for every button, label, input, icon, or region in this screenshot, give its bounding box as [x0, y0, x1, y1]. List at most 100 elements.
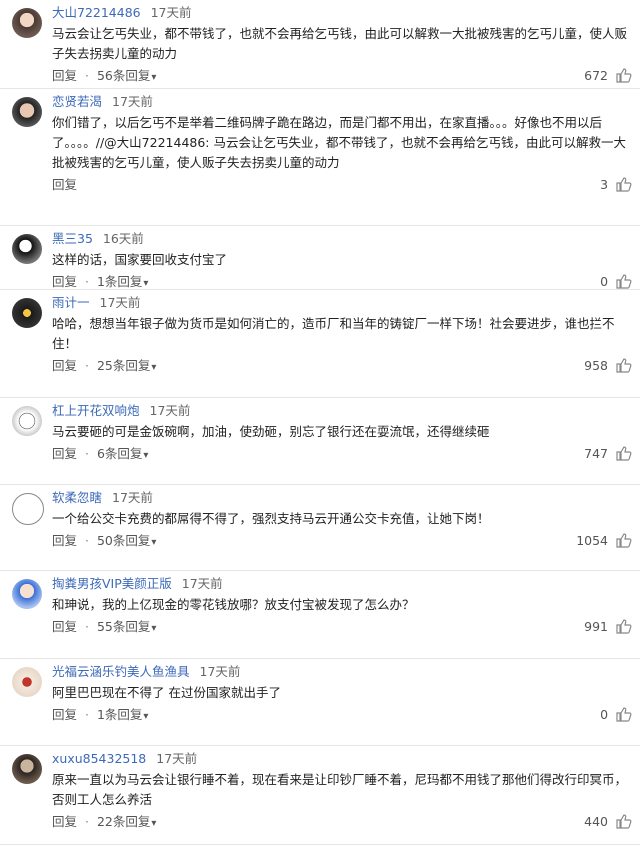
separator-dot: ·	[85, 619, 89, 634]
reply-button[interactable]: 回复	[52, 707, 77, 722]
timestamp: 17天前	[150, 5, 192, 20]
comment-item: 恋贤若渴 17天前 你们错了，以后乞丐不是举着二维码牌子跪在路边，而是门都不用出…	[0, 89, 640, 226]
username-link[interactable]: 掏粪男孩VIP美颜正版	[52, 576, 172, 591]
reply-button[interactable]: 回复	[52, 533, 77, 548]
like-count: 747	[584, 446, 609, 461]
avatar[interactable]	[12, 493, 44, 525]
like-count: 3	[600, 177, 609, 192]
timestamp: 17天前	[149, 403, 191, 418]
separator-dot: ·	[85, 533, 89, 548]
separator-dot: ·	[85, 446, 89, 461]
comment-text: 原来一直以为马云会让银行睡不着，现在看来是让印钞厂睡不着，尼玛都不用钱了那他们得…	[52, 772, 628, 807]
like-button[interactable]: 440	[584, 811, 632, 833]
thumbs-up-icon	[616, 358, 632, 373]
avatar[interactable]	[12, 667, 42, 697]
chevron-down-icon: ▾	[151, 818, 157, 829]
comment-item: xuxu85432518 17天前 原来一直以为马云会让银行睡不着，现在看来是让…	[0, 746, 640, 845]
separator-dot: ·	[85, 68, 89, 83]
comment-item: 雨计一 17天前 哈哈，想想当年银子做为货币是如何消亡的，造币厂和当年的铸锭厂一…	[0, 290, 640, 398]
comment-text: 一个给公交卡充费的都屌得不得了，强烈支持马云开通公交卡充值，让她下岗！	[52, 511, 490, 526]
username-link[interactable]: 黑三35	[52, 231, 93, 246]
chevron-down-icon: ▾	[151, 72, 157, 83]
comment-item: 杠上开花双响炮 17天前 马云要砸的可是金饭碗啊，加油，使劲砸，别忘了银行还在耍…	[0, 398, 640, 485]
chevron-down-icon: ▾	[151, 362, 157, 373]
thumbs-up-icon	[616, 177, 632, 192]
view-replies-button[interactable]: 1条回复▾	[97, 274, 148, 289]
comment-item: 光福云涵乐钓美人鱼渔具 17天前 阿里巴巴现在不得了 在过份国家就出手了 回复 …	[0, 659, 640, 746]
timestamp: 17天前	[112, 490, 153, 505]
avatar[interactable]	[12, 406, 42, 436]
like-count: 0	[600, 274, 609, 289]
comment-item: 大山72214486 17天前 马云会让乞丐失业，都不带钱了，也就不会再给乞丐钱…	[0, 0, 640, 89]
comment-list: 大山72214486 17天前 马云会让乞丐失业，都不带钱了，也就不会再给乞丐钱…	[0, 0, 640, 845]
reply-button[interactable]: 回复	[52, 68, 77, 83]
timestamp: 17天前	[199, 664, 241, 679]
separator-dot: ·	[85, 274, 89, 289]
view-replies-button[interactable]: 25条回复▾	[97, 358, 156, 373]
chevron-down-icon: ▾	[151, 537, 157, 548]
view-replies-button[interactable]: 50条回复▾	[97, 533, 156, 548]
username-link[interactable]: 杠上开花双响炮	[52, 403, 140, 418]
reply-button[interactable]: 回复	[52, 177, 77, 192]
thumbs-up-icon	[616, 619, 632, 634]
reply-button[interactable]: 回复	[52, 274, 77, 289]
comment-item: 软柔忽瞎 17天前 一个给公交卡充费的都屌得不得了，强烈支持马云开通公交卡充值，…	[0, 485, 640, 571]
avatar[interactable]	[12, 754, 42, 784]
like-button[interactable]: 0	[600, 704, 632, 726]
thumbs-up-icon	[616, 274, 632, 289]
reply-button[interactable]: 回复	[52, 619, 77, 634]
chevron-down-icon: ▾	[143, 278, 149, 289]
like-count: 672	[584, 68, 609, 83]
thumbs-up-icon	[616, 814, 632, 829]
like-button[interactable]: 958	[584, 355, 632, 377]
like-button[interactable]: 1054	[576, 530, 632, 552]
username-link[interactable]: 恋贤若渴	[52, 94, 102, 109]
thumbs-up-icon	[616, 446, 632, 461]
reply-button[interactable]: 回复	[52, 814, 77, 829]
thumbs-up-icon	[616, 68, 632, 83]
like-button[interactable]: 991	[584, 616, 632, 638]
avatar[interactable]	[12, 97, 42, 127]
reply-button[interactable]: 回复	[52, 358, 77, 373]
like-count: 0	[600, 707, 609, 722]
separator-dot: ·	[85, 707, 89, 722]
comment-text: 这样的话，国家要回收支付宝了	[52, 252, 228, 267]
view-replies-button[interactable]: 1条回复▾	[97, 707, 148, 722]
separator-dot: ·	[85, 814, 89, 829]
timestamp: 16天前	[102, 231, 144, 246]
username-link[interactable]: xuxu85432518	[52, 751, 146, 766]
comment-text: 马云会让乞丐失业，都不带钱了，也就不会再给乞丐钱，由此可以解救一大批被残害的乞丐…	[52, 26, 628, 61]
timestamp: 17天前	[112, 94, 153, 109]
view-replies-button[interactable]: 56条回复▾	[97, 68, 156, 83]
view-replies-button[interactable]: 55条回复▾	[97, 619, 156, 634]
comment-item: 掏粪男孩VIP美颜正版 17天前 和珅说，我的上亿现金的零花钱放哪？放支付宝被发…	[0, 571, 640, 659]
avatar[interactable]	[12, 298, 42, 328]
avatar[interactable]	[12, 234, 42, 264]
avatar[interactable]	[12, 8, 42, 38]
view-replies-button[interactable]: 22条回复▾	[97, 814, 156, 829]
username-link[interactable]: 大山72214486	[52, 5, 141, 20]
timestamp: 17天前	[156, 751, 198, 766]
like-count: 1054	[576, 533, 609, 548]
username-link[interactable]: 软柔忽瞎	[52, 490, 102, 505]
like-button[interactable]: 747	[584, 443, 632, 465]
username-link[interactable]: 雨计一	[52, 295, 90, 310]
like-count: 958	[584, 358, 609, 373]
view-replies-button[interactable]: 6条回复▾	[97, 446, 148, 461]
username-link[interactable]: 光福云涵乐钓美人鱼渔具	[52, 664, 190, 679]
thumbs-up-icon	[616, 707, 632, 722]
timestamp: 17天前	[181, 576, 223, 591]
like-count: 440	[584, 814, 609, 829]
like-button[interactable]: 3	[600, 174, 632, 196]
comment-text: 阿里巴巴现在不得了 在过份国家就出手了	[52, 685, 281, 700]
like-button[interactable]: 672	[584, 65, 632, 87]
thumbs-up-icon	[616, 533, 632, 548]
comment-item: 黑三35 16天前 这样的话，国家要回收支付宝了 回复 · 1条回复▾ 0	[0, 226, 640, 290]
comment-text: 马云要砸的可是金饭碗啊，加油，使劲砸，别忘了银行还在耍流氓，还得继续砸	[52, 424, 490, 439]
chevron-down-icon: ▾	[151, 623, 157, 634]
chevron-down-icon: ▾	[143, 711, 149, 722]
reply-button[interactable]: 回复	[52, 446, 77, 461]
comment-text: 哈哈，想想当年银子做为货币是如何消亡的，造币厂和当年的铸锭厂一样下场！社会要进步…	[52, 316, 615, 351]
comment-text: 和珅说，我的上亿现金的零花钱放哪？放支付宝被发现了怎么办？	[52, 597, 415, 612]
avatar[interactable]	[12, 579, 42, 609]
